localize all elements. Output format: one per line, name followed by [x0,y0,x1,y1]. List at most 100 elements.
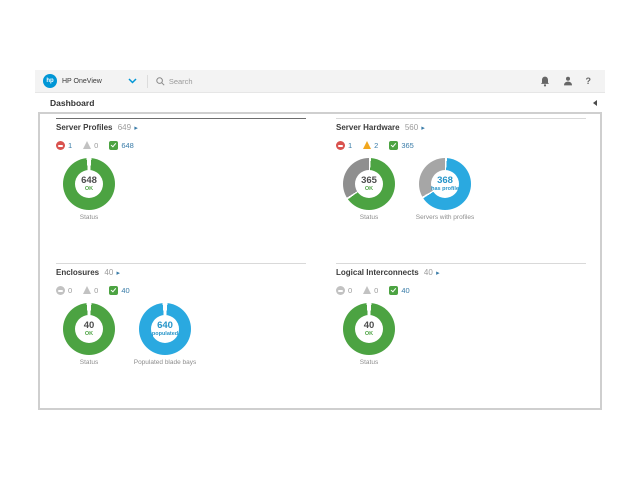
panel-title[interactable]: Logical Interconnects [336,268,419,277]
topbar-divider [147,75,148,88]
status-count[interactable]: 0 [94,141,98,150]
status-summary-row: 1 0 648 [56,141,306,150]
donut-value: 40 [84,321,95,331]
ok-check-icon [389,286,398,295]
status-count[interactable]: 0 [348,286,352,295]
status-ok[interactable]: 648 [109,141,134,150]
donut-hole: 40 OK [355,315,383,343]
donut-value: 640 [157,321,173,331]
donut-row: 365 OK Status 368 has profile Servers wi… [336,158,586,221]
panel-title[interactable]: Enclosures [56,268,99,277]
panel-header: Enclosures 40 ▸ [56,268,306,279]
status-count[interactable]: 365 [401,141,414,150]
status-ok[interactable]: 40 [389,286,409,295]
status-critical[interactable]: 0 [336,286,352,295]
status-warning[interactable]: 0 [83,141,98,150]
panel-divider [336,263,586,264]
dashboard-content: Server Profiles 649 ▸ 1 0 648 [38,112,602,410]
status-warning[interactable]: 0 [363,286,378,295]
donut-hole: 365 OK [355,170,383,198]
populated-bays-donut-chart[interactable]: 640 populated [139,303,191,355]
panel-server-hardware: Server Hardware 560 ▸ 1 2 365 [336,118,586,221]
donut-value: 648 [81,176,97,186]
status-critical[interactable]: 1 [56,141,72,150]
search-icon [156,77,165,86]
donut-sublabel: OK [85,331,93,338]
status-count[interactable]: 0 [374,286,378,295]
donut-hole: 640 populated [151,315,179,343]
top-navigation-bar: hp HP OneView ? [35,70,605,93]
status-count[interactable]: 0 [68,286,72,295]
panel-total-count[interactable]: 560 [405,123,418,132]
panel-title[interactable]: Server Hardware [336,123,400,132]
donut-label: Status [360,359,378,366]
donut-value: 40 [364,321,375,331]
app-menu[interactable]: hp HP OneView [35,74,137,88]
status-donut-chart[interactable]: 365 OK [343,158,395,210]
panel-header: Server Hardware 560 ▸ [336,123,586,134]
donut-row: 40 OK Status 640 populated Populated bla… [56,303,306,366]
donut-sublabel: populated [152,331,178,338]
warning-icon [83,141,91,149]
ok-check-icon [109,141,118,150]
help-button[interactable]: ? [586,76,592,86]
status-count[interactable]: 1 [68,141,72,150]
status-count[interactable]: 40 [121,286,129,295]
search-input[interactable] [169,77,349,86]
status-donut-chart[interactable]: 40 OK [343,303,395,355]
panel-total-count[interactable]: 40 [104,268,113,277]
donut-status: 648 OK Status [56,158,122,221]
profiles-donut-chart[interactable]: 368 has profile [419,158,471,210]
bell-icon[interactable] [540,76,550,87]
donut-sublabel: OK [85,186,93,193]
panel-divider [56,263,306,264]
status-count[interactable]: 40 [401,286,409,295]
donut-label: Status [80,214,98,221]
donut-label: Status [80,359,98,366]
status-donut-chart[interactable]: 40 OK [63,303,115,355]
status-count[interactable]: 1 [348,141,352,150]
donut-status: 40 OK Status [56,303,122,366]
critical-icon [336,286,345,295]
panel-enclosures: Enclosures 40 ▸ 0 0 40 [56,263,306,366]
topbar-actions: ? [540,76,592,87]
status-warning[interactable]: 0 [83,286,98,295]
donut-status: 365 OK Status [336,158,402,221]
hp-logo-text: hp [46,78,53,84]
donut-row: 648 OK Status [56,158,306,221]
donut-servers-with-profiles: 368 has profile Servers with profiles [412,158,478,221]
collapse-panel-icon[interactable] [593,100,597,106]
donut-label: Servers with profiles [416,214,475,221]
status-critical[interactable]: 1 [336,141,352,150]
panel-total-count[interactable]: 40 [424,268,433,277]
status-summary-row: 0 0 40 [56,286,306,295]
brand-label: HP OneView [62,78,102,85]
panel-total-count[interactable]: 649 [118,123,131,132]
status-count[interactable]: 0 [94,286,98,295]
donut-row: 40 OK Status [336,303,586,366]
panel-divider [56,118,306,119]
chevron-right-icon: ▸ [436,270,440,277]
donut-label: Status [360,214,378,221]
panel-title[interactable]: Server Profiles [56,123,112,132]
critical-icon [56,141,65,150]
warning-icon [363,286,371,294]
user-icon[interactable] [563,76,573,86]
warning-icon [363,141,371,149]
critical-icon [56,286,65,295]
status-count[interactable]: 2 [374,141,378,150]
status-count[interactable]: 648 [121,141,134,150]
chevron-down-icon[interactable] [128,78,137,84]
status-ok[interactable]: 40 [109,286,129,295]
donut-value: 368 [437,176,453,186]
status-donut-chart[interactable]: 648 OK [63,158,115,210]
status-warning[interactable]: 2 [363,141,378,150]
status-critical[interactable]: 0 [56,286,72,295]
status-ok[interactable]: 365 [389,141,414,150]
donut-sublabel: OK [365,186,373,193]
page-title: Dashboard [50,98,94,108]
critical-icon [336,141,345,150]
search-box[interactable] [156,77,540,86]
donut-label: Populated blade bays [134,359,197,366]
donut-hole: 648 OK [75,170,103,198]
